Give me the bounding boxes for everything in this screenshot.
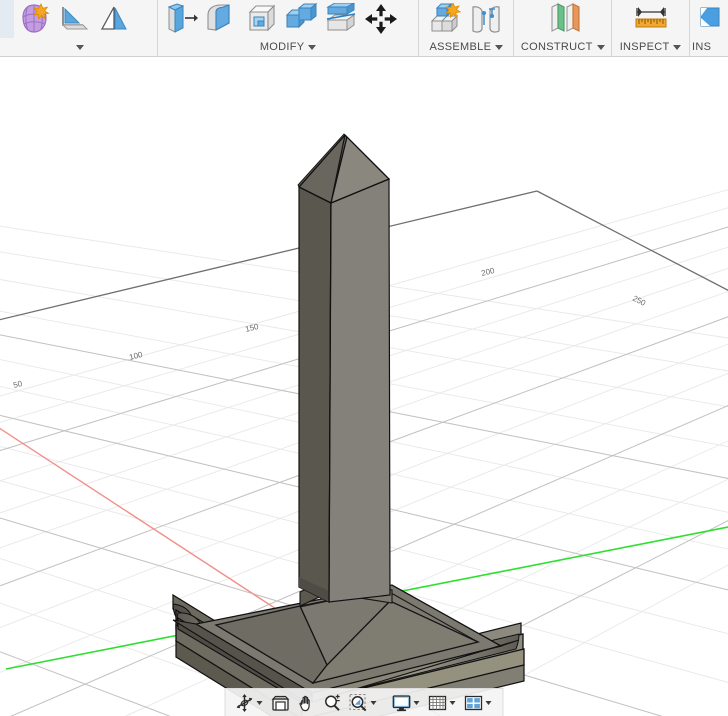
chevron-down-icon bbox=[485, 700, 492, 705]
chevron-down-icon bbox=[673, 44, 682, 50]
create-sketch-partial-button[interactable] bbox=[0, 0, 14, 38]
grid-label-150: 150 bbox=[244, 322, 260, 334]
chevron-down-icon bbox=[596, 44, 605, 50]
toolbar-group-modify-label[interactable]: MODIFY bbox=[158, 38, 419, 56]
toolbar-group-create-partial-label[interactable] bbox=[0, 38, 157, 56]
toolbar-group-assemble-label[interactable]: ASSEMBLE bbox=[419, 38, 513, 56]
zoom-window-icon-wrap bbox=[348, 692, 370, 714]
press-pull-icon bbox=[167, 3, 198, 33]
toolbar-group-inspect-label[interactable]: INSPECT bbox=[612, 38, 689, 56]
zoom-window-icon bbox=[349, 693, 367, 711]
measure-icon bbox=[635, 7, 667, 28]
create-loft-icon bbox=[100, 6, 127, 30]
joint-button[interactable] bbox=[466, 0, 506, 38]
inspect-label-text: INSPECT bbox=[619, 41, 670, 53]
fusion-app-window: MODIFY ASSEMBLE CONSTRUCT INSPECT INS 50… bbox=[0, 0, 728, 716]
chevron-down-icon bbox=[76, 44, 85, 50]
create-sculpt-icon bbox=[61, 7, 89, 30]
grid-icon bbox=[428, 695, 447, 710]
obelisk-monument-body[interactable] bbox=[172, 133, 525, 716]
column-right-face bbox=[328, 178, 391, 603]
chevron-down-icon bbox=[495, 44, 504, 50]
toolbar-group-insert: INS bbox=[690, 0, 728, 56]
look-at-icon bbox=[271, 695, 290, 711]
new-component-icon bbox=[431, 3, 462, 33]
grid-label-200: 200 bbox=[480, 266, 496, 278]
offset-plane-button[interactable] bbox=[543, 0, 583, 38]
monitor-icon-wrap bbox=[391, 692, 413, 714]
viewports-icon-wrap bbox=[463, 692, 485, 714]
viewports-icon bbox=[464, 695, 483, 710]
toolbar-group-modify: MODIFY bbox=[158, 0, 420, 56]
look-at-button[interactable] bbox=[268, 691, 294, 715]
joint-icon bbox=[472, 6, 500, 33]
measure-button[interactable] bbox=[631, 0, 671, 38]
pan-button[interactable] bbox=[294, 691, 320, 715]
grid-icon-wrap bbox=[427, 692, 449, 714]
create-sculpt-button[interactable] bbox=[54, 0, 94, 38]
scene-svg: 50 100 150 200 250 bbox=[0, 133, 728, 716]
shell-button[interactable] bbox=[241, 0, 281, 38]
column-left-face bbox=[298, 186, 332, 603]
chevron-down-icon bbox=[413, 700, 420, 705]
chevron-down-icon bbox=[449, 700, 456, 705]
toolbar-group-assemble: ASSEMBLE bbox=[419, 0, 515, 56]
press-pull-button[interactable] bbox=[161, 0, 201, 38]
insert-label-text: INS bbox=[692, 41, 712, 53]
move-copy-icon bbox=[364, 4, 397, 34]
main-toolbar: MODIFY ASSEMBLE CONSTRUCT INSPECT INS bbox=[0, 0, 728, 57]
fillet-icon bbox=[207, 4, 230, 31]
insert-derive-icon bbox=[700, 7, 720, 27]
chevron-down-icon bbox=[256, 700, 263, 705]
combine-icon bbox=[285, 3, 318, 29]
create-loft-button[interactable] bbox=[94, 0, 134, 38]
toolbar-group-create-partial bbox=[0, 0, 158, 56]
create-sketch-partial-icon bbox=[0, 4, 11, 34]
insert-derive-button[interactable] bbox=[693, 0, 723, 38]
zoom-plus-minus-icon bbox=[325, 694, 340, 711]
split-face-button[interactable] bbox=[321, 0, 361, 38]
grid-snaps-button[interactable] bbox=[425, 691, 461, 715]
toolbar-group-construct-label[interactable]: CONSTRUCT bbox=[514, 38, 611, 56]
display-settings-button[interactable] bbox=[389, 691, 425, 715]
create-form-icon bbox=[22, 3, 50, 33]
zoom-button[interactable] bbox=[320, 691, 346, 715]
look-at-icon-wrap bbox=[270, 692, 292, 714]
offset-plane-icon bbox=[551, 3, 580, 32]
viewport-3d[interactable]: 50 100 150 200 250 bbox=[0, 57, 728, 716]
pan-icon-wrap bbox=[296, 692, 318, 714]
pan-hand-icon bbox=[299, 695, 310, 711]
toolbar-group-inspect: INSPECT bbox=[612, 0, 691, 56]
orbit-icon-wrap bbox=[234, 692, 256, 714]
modify-label-text: MODIFY bbox=[259, 41, 305, 53]
zoom-icon-wrap bbox=[322, 692, 344, 714]
monitor-icon bbox=[392, 694, 411, 711]
view-navigation-bar bbox=[224, 688, 504, 716]
toolbar-group-insert-label[interactable]: INS bbox=[690, 38, 728, 56]
new-component-button[interactable] bbox=[426, 0, 466, 38]
split-face-icon bbox=[325, 3, 356, 31]
fillet-button[interactable] bbox=[201, 0, 241, 38]
move-copy-button[interactable] bbox=[361, 0, 401, 38]
orbit-button[interactable] bbox=[232, 691, 268, 715]
create-form-button[interactable] bbox=[14, 0, 54, 38]
assemble-label-text: ASSEMBLE bbox=[429, 41, 492, 53]
orbit-icon bbox=[236, 693, 253, 712]
grid-label-50: 50 bbox=[12, 379, 23, 390]
toolbar-group-construct: CONSTRUCT bbox=[514, 0, 613, 56]
chevron-down-icon bbox=[370, 700, 377, 705]
construct-label-text: CONSTRUCT bbox=[520, 41, 593, 53]
combine-button[interactable] bbox=[281, 0, 321, 38]
grid-label-100: 100 bbox=[128, 350, 144, 362]
viewports-button[interactable] bbox=[461, 691, 497, 715]
zoom-window-button[interactable] bbox=[346, 691, 382, 715]
shell-icon bbox=[248, 4, 276, 32]
chevron-down-icon bbox=[308, 44, 317, 50]
